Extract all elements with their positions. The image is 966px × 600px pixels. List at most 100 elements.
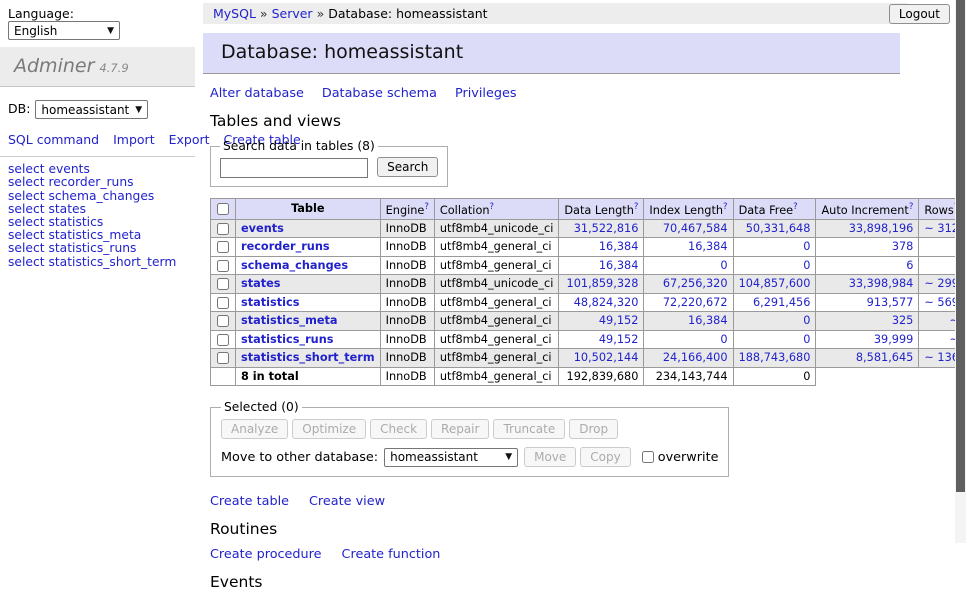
overwrite-wrap: overwrite — [641, 450, 719, 465]
table-link-statistics-meta[interactable]: statistics_meta — [241, 314, 338, 327]
data-length-cell-link[interactable]: 49,152 — [599, 314, 639, 327]
sidebar-action-import[interactable]: Import — [113, 132, 155, 147]
row-checkbox[interactable] — [217, 297, 229, 309]
link-create-function[interactable]: Create function — [342, 547, 441, 562]
help-icon[interactable]: ? — [793, 202, 798, 212]
row-checkbox[interactable] — [217, 334, 229, 346]
link-database-schema[interactable]: Database schema — [322, 86, 437, 101]
data-free-cell-link[interactable]: 0 — [803, 314, 810, 327]
index-length-cell-link[interactable]: 0 — [720, 259, 727, 272]
repair-button[interactable]: Repair — [431, 419, 489, 439]
move-button[interactable]: Move — [524, 447, 576, 467]
row-checkbox[interactable] — [217, 278, 229, 290]
auto-increment-cell-link[interactable]: 6 — [906, 259, 913, 272]
engine-cell: InnoDB — [380, 330, 434, 349]
copy-button[interactable]: Copy — [580, 447, 630, 467]
data-free-cell-link[interactable]: 0 — [803, 333, 810, 346]
data-length-cell-link[interactable]: 31,522,816 — [574, 222, 639, 235]
index-length-cell-link[interactable]: 67,256,320 — [663, 277, 728, 290]
select-all-checkbox[interactable] — [217, 203, 229, 215]
data-free-cell-link[interactable]: 6,291,456 — [753, 296, 811, 309]
index-length-cell-link[interactable]: 70,467,584 — [663, 222, 728, 235]
link-alter-database[interactable]: Alter database — [210, 86, 304, 101]
data-free-cell-link[interactable]: 0 — [803, 259, 810, 272]
data-length-cell-link[interactable]: 10,502,144 — [574, 351, 639, 364]
db-select[interactable]: homeassistant ▼ — [35, 100, 148, 119]
drop-button[interactable]: Drop — [569, 419, 618, 439]
sidebar-action-sql-command[interactable]: SQL command — [8, 132, 99, 147]
auto-increment-cell-link[interactable]: 325 — [892, 314, 914, 327]
table-link-events[interactable]: events — [241, 222, 284, 235]
sidebar-action-export[interactable]: Export — [169, 132, 210, 147]
sidebar-actions: SQL commandImportExportCreate table — [8, 131, 187, 149]
index-length-cell-link[interactable]: 0 — [720, 333, 727, 346]
help-icon[interactable]: ? — [490, 202, 495, 212]
data-length-cell-link[interactable]: 16,384 — [599, 240, 639, 253]
move-db-select[interactable]: homeassistant ▼ — [384, 448, 518, 467]
data-free-cell-link[interactable]: 104,857,600 — [739, 277, 811, 290]
chevron-down-icon: ▼ — [505, 452, 512, 462]
breadcrumb-server[interactable]: Server — [272, 6, 313, 21]
sidebar-item-select-schema-changes[interactable]: select schema_changes — [0, 190, 195, 203]
select-all-cell — [211, 198, 236, 219]
row-checkbox[interactable] — [217, 223, 229, 235]
auto-increment-cell-link[interactable]: 913,577 — [867, 296, 914, 309]
search-button[interactable]: Search — [377, 157, 438, 177]
data-free-cell-link[interactable]: 188,743,680 — [739, 351, 811, 364]
help-icon[interactable]: ? — [909, 202, 914, 212]
table-link-statistics[interactable]: statistics — [241, 296, 299, 309]
language-select[interactable]: English ▼ — [8, 21, 120, 40]
sidebar-item-select-states[interactable]: select states — [0, 203, 195, 216]
logout-button[interactable]: Logout — [889, 4, 950, 24]
table-link-recorder-runs[interactable]: recorder_runs — [241, 240, 330, 253]
row-checkbox[interactable] — [217, 315, 229, 327]
help-icon[interactable]: ? — [634, 202, 639, 212]
table-link-statistics-runs[interactable]: statistics_runs — [241, 333, 333, 346]
table-link-schema-changes[interactable]: schema_changes — [241, 259, 348, 272]
auto-increment-cell-link[interactable]: 39,999 — [874, 333, 914, 346]
table-name-cell: statistics — [236, 293, 381, 312]
search-input[interactable] — [220, 158, 368, 178]
check-button[interactable]: Check — [370, 419, 427, 439]
link-create-table[interactable]: Create table — [210, 494, 289, 509]
analyze-button[interactable]: Analyze — [221, 419, 288, 439]
help-icon[interactable]: ? — [723, 202, 728, 212]
breadcrumb-mysql[interactable]: MySQL — [213, 6, 256, 21]
auto-increment-cell-link[interactable]: 33,898,196 — [849, 222, 914, 235]
data-free-cell-link[interactable]: 0 — [803, 240, 810, 253]
index-length-cell-link[interactable]: 16,384 — [688, 314, 728, 327]
column-label: Index Length — [649, 203, 723, 216]
data-length-cell-link[interactable]: 16,384 — [599, 259, 639, 272]
table-link-statistics-short-term[interactable]: statistics_short_term — [241, 351, 375, 364]
index-length-cell-link[interactable]: 16,384 — [688, 240, 728, 253]
link-create-procedure[interactable]: Create procedure — [210, 547, 322, 562]
data-length-cell-link[interactable]: 48,824,320 — [574, 296, 639, 309]
row-checkbox[interactable] — [217, 260, 229, 272]
link-privileges[interactable]: Privileges — [455, 86, 517, 101]
index-length-cell-link[interactable]: 24,166,400 — [663, 351, 728, 364]
tables-heading: Tables and views — [210, 112, 920, 130]
auto-increment-cell-link[interactable]: 378 — [892, 240, 914, 253]
scrollbar-thumb[interactable] — [956, 0, 965, 492]
sidebar-item-select-statistics-runs[interactable]: select statistics_runs — [0, 242, 195, 255]
sidebar-item-select-recorder-runs[interactable]: select recorder_runs — [0, 176, 195, 189]
optimize-button[interactable]: Optimize — [292, 419, 366, 439]
data-length-cell: 48,824,320 — [559, 293, 644, 312]
index-length-cell-link[interactable]: 72,220,672 — [663, 296, 728, 309]
data-free-cell-link[interactable]: 50,331,648 — [746, 222, 811, 235]
link-create-view[interactable]: Create view — [309, 494, 385, 509]
overwrite-checkbox[interactable] — [642, 451, 654, 463]
data-length-cell-link[interactable]: 49,152 — [599, 333, 639, 346]
row-checkbox[interactable] — [217, 241, 229, 253]
row-checkbox[interactable] — [217, 352, 229, 364]
auto-increment-cell-link[interactable]: 33,398,984 — [849, 277, 914, 290]
total-data-free-cell: 0 — [733, 367, 816, 386]
data-length-cell-link[interactable]: 101,859,328 — [567, 277, 639, 290]
auto-increment-cell-link[interactable]: 8,581,645 — [856, 351, 914, 364]
column-label: Data Length — [564, 203, 634, 216]
truncate-button[interactable]: Truncate — [493, 419, 565, 439]
total-label-cell: 8 in total — [236, 367, 381, 386]
sidebar-item-select-statistics-short-term[interactable]: select statistics_short_term — [0, 256, 195, 269]
help-icon[interactable]: ? — [424, 202, 429, 212]
table-link-states[interactable]: states — [241, 277, 281, 290]
